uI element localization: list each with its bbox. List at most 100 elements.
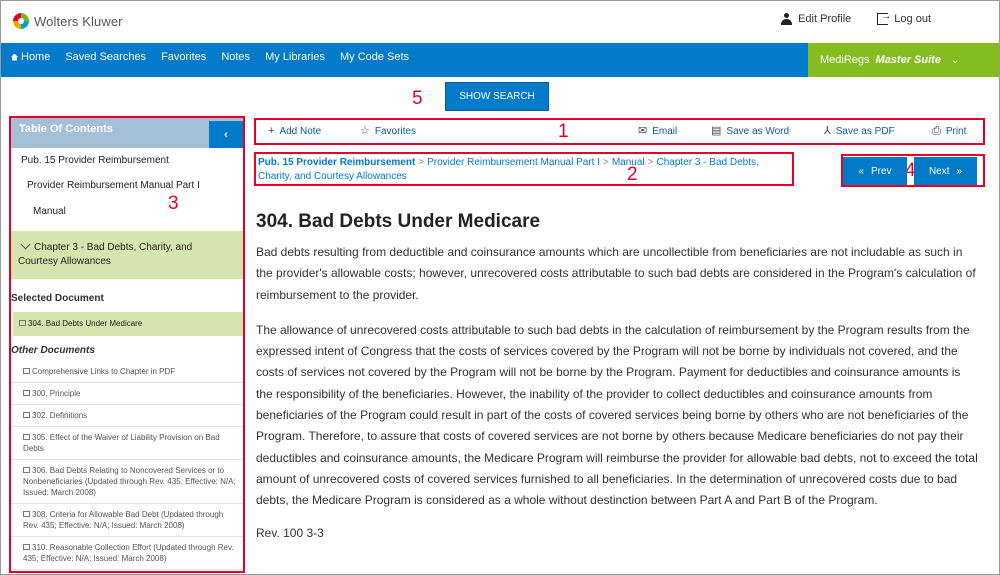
nav-home-label: Home [21, 51, 51, 63]
document-icon [23, 544, 30, 550]
other-doc-label: 300. Principle [32, 389, 81, 398]
document-icon [19, 320, 26, 326]
other-doc-item[interactable]: 306. Bad Debts Relating to Noncovered Se… [11, 460, 243, 504]
nav-home[interactable]: Home [11, 51, 50, 63]
favorites-label: Favorites [374, 126, 416, 137]
document-icon [23, 511, 30, 517]
document-title: 304. Bad Debts Under Medicare [256, 211, 541, 232]
other-doc-label: 308. Criteria for Allowable Bad Debt (Up… [23, 510, 224, 530]
top-header: Wolters Kluwer Edit Profile Log out [1, 1, 999, 43]
document-toolbar: + Add Note ☆ Favorites ✉ Email ▤ Save as… [254, 118, 985, 145]
toc-item-manual[interactable]: Manual [11, 199, 243, 225]
nav-my-code-sets[interactable]: My Code Sets [340, 51, 409, 63]
user-links: Edit Profile Log out [781, 11, 931, 25]
toc-title: Table Of Contents [19, 123, 113, 135]
other-documents-heading: Other Documents [11, 345, 95, 356]
document-content: 304. Bad Debts Under Medicare Bad debts … [256, 211, 980, 540]
wolters-kluwer-logo-icon [13, 13, 29, 29]
prev-label: Prev [871, 165, 892, 177]
pager: « Prev Next » [841, 154, 985, 187]
breadcrumb-item[interactable]: Provider Reimbursement Manual Part I [427, 157, 600, 168]
home-icon [11, 53, 18, 61]
document-paragraph: The allowance of unrecovered costs attri… [256, 322, 978, 508]
nav-my-libraries[interactable]: My Libraries [265, 51, 325, 63]
user-icon [781, 13, 793, 25]
save-as-word-label: Save as Word [726, 126, 790, 137]
annotation-3: 3 [168, 193, 179, 214]
add-note-button[interactable]: + Add Note [268, 125, 322, 138]
show-search-button[interactable]: SHOW SEARCH [445, 82, 549, 111]
document-icon [23, 434, 30, 440]
logout-icon [877, 11, 891, 25]
save-as-word-button[interactable]: ▤ Save as Word [711, 125, 790, 138]
nav-items: Home Saved Searches Favorites Notes My L… [11, 51, 409, 63]
toc-item-manual-part-1[interactable]: Provider Reimbursement Manual Part I [11, 173, 243, 199]
breadcrumb: Pub. 15 Provider Reimbursement > Provider … [254, 152, 794, 186]
nav-saved-searches[interactable]: Saved Searches [65, 51, 146, 63]
chevron-left-icon: ‹ [224, 128, 228, 141]
logout-label: Log out [894, 13, 931, 25]
collapse-toc-button[interactable]: ‹ [209, 121, 243, 148]
save-as-pdf-button[interactable]: ⅄ Save as PDF [824, 126, 895, 138]
edit-profile-label: Edit Profile [798, 13, 852, 25]
word-document-icon: ▤ [711, 125, 722, 137]
breadcrumb-item[interactable]: Pub. 15 Provider Reimbursement [258, 157, 415, 168]
brand-name: Wolters Kluwer [34, 13, 123, 29]
nav-notes[interactable]: Notes [221, 51, 250, 63]
save-as-pdf-label: Save as PDF [835, 126, 895, 137]
toc-sidebar: Table Of Contents ‹ Pub. 15 Provider Rei… [9, 116, 245, 573]
brand-logo[interactable]: Wolters Kluwer [13, 13, 123, 29]
double-chevron-right-icon: » [956, 165, 963, 177]
other-doc-label: 305. Effect of the Waiver of Liability P… [23, 433, 220, 453]
document-icon [23, 368, 30, 374]
document-paragraph: Bad debts resulting from deductible and … [256, 245, 976, 302]
prev-button[interactable]: « Prev [843, 157, 907, 185]
other-doc-item[interactable]: 310. Reasonable Collection Effort (Updat… [11, 537, 243, 570]
chevron-down-icon [20, 239, 31, 250]
breadcrumb-separator: > [418, 157, 425, 168]
document-icon [23, 390, 30, 396]
document-icon [23, 412, 30, 418]
document-revision: Rev. 100 3-3 [256, 525, 324, 540]
favorites-button[interactable]: ☆ Favorites [360, 125, 416, 138]
double-chevron-left-icon: « [858, 165, 864, 177]
print-label: Print [945, 126, 967, 137]
selected-document-heading: Selected Document [11, 293, 104, 304]
toc-header: Table Of Contents ‹ [11, 118, 243, 148]
printer-icon: ⎙ [932, 125, 941, 137]
other-doc-label: 306. Bad Debts Relating to Noncovered Se… [23, 466, 236, 497]
document-icon [23, 467, 30, 473]
other-doc-item[interactable]: 308. Criteria for Allowable Bad Debt (Up… [11, 504, 243, 537]
add-note-label: Add Note [279, 126, 322, 137]
other-doc-item[interactable]: Comprehensive Links to Chapter in PDF [11, 361, 243, 383]
edit-profile-link[interactable]: Edit Profile [781, 13, 851, 25]
print-button[interactable]: ⎙ Print [932, 125, 967, 138]
nav-favorites[interactable]: Favorites [161, 51, 206, 63]
toc-item-pub15[interactable]: Pub. 15 Provider Reimbursement [11, 148, 243, 173]
main-nav: Home Saved Searches Favorites Notes My L… [1, 43, 999, 77]
suite-subtitle: Master Suite [875, 54, 941, 66]
selected-document-item[interactable]: 304. Bad Debts Under Medicare [13, 312, 243, 336]
other-doc-label: 310. Reasonable Collection Effort (Updat… [23, 543, 234, 563]
next-button[interactable]: Next » [914, 157, 977, 185]
email-label: Email [652, 126, 678, 137]
envelope-icon: ✉ [638, 125, 648, 137]
chevron-down-icon: ⌄ [950, 54, 960, 66]
breadcrumb-item[interactable]: Manual [612, 157, 645, 168]
email-button[interactable]: ✉ Email [638, 125, 678, 138]
suite-selector[interactable]: MediRegs Master Suite ⌄ [808, 43, 999, 77]
breadcrumb-separator: > [602, 157, 609, 168]
toc-item-chapter-3[interactable]: Chapter 3 - Bad Debts, Charity, and Cour… [11, 231, 243, 279]
breadcrumb-separator: > [647, 157, 654, 168]
next-label: Next [928, 165, 950, 177]
other-doc-item[interactable]: 305. Effect of the Waiver of Liability P… [11, 427, 243, 460]
annotation-5: 5 [412, 88, 423, 109]
selected-document-label: 304. Bad Debts Under Medicare [28, 319, 143, 328]
other-doc-item[interactable]: 300. Principle [11, 383, 243, 405]
logout-link[interactable]: Log out [877, 11, 931, 25]
suite-name: MediRegs [820, 54, 870, 66]
star-icon: ☆ [360, 125, 370, 137]
plus-icon: + [268, 125, 275, 137]
other-doc-item[interactable]: 302. Definitions [11, 405, 243, 427]
other-doc-label: Comprehensive Links to Chapter in PDF [32, 367, 176, 376]
